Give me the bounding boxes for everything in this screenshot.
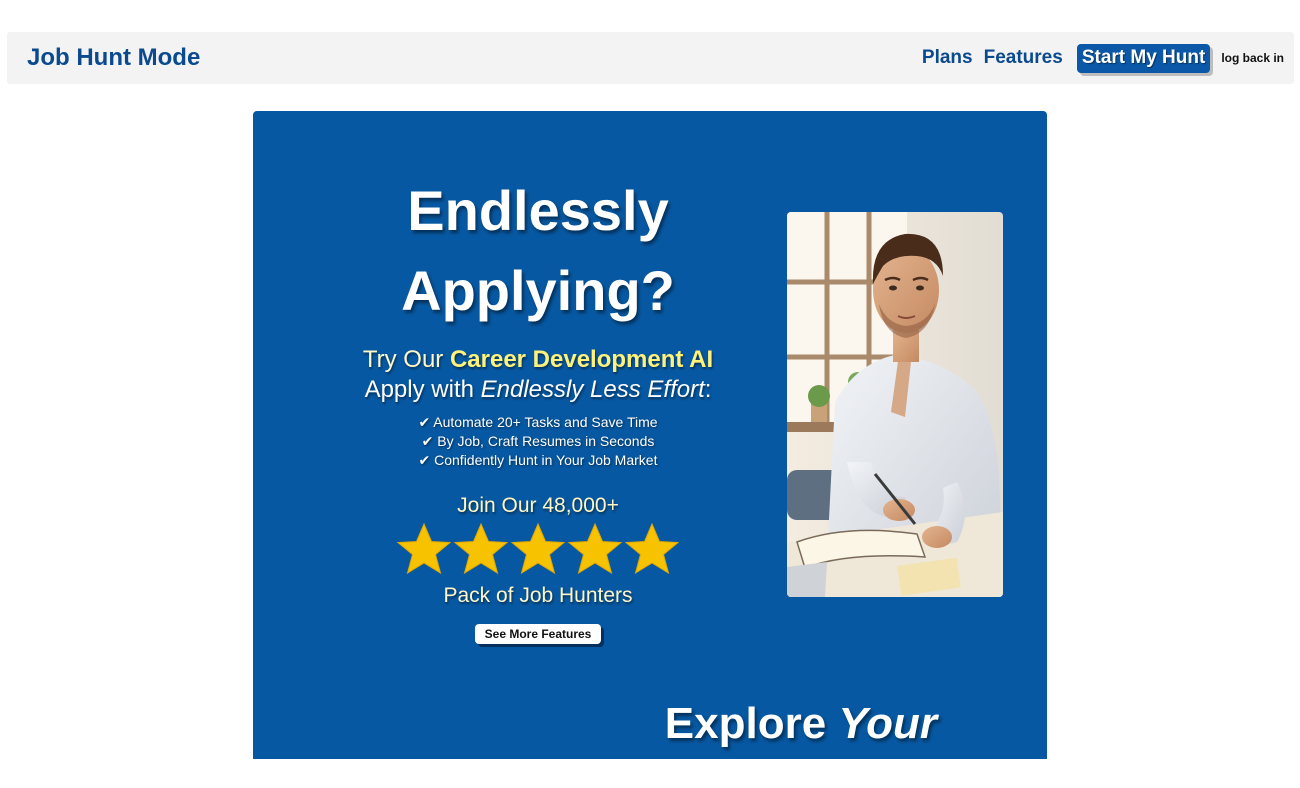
subhead-2-emphasis: Endlessly Less Effort — [480, 376, 705, 403]
subhead-prefix: Try Our — [362, 346, 450, 373]
hero-copy: Endlessly Applying? Try Our Career Devel… — [323, 171, 753, 644]
feature-bullet: ✔ Automate 20+ Tasks and Save Time — [418, 414, 658, 430]
subhead-2-prefix: Apply with — [364, 376, 481, 403]
hero-headline: Endlessly Applying? — [323, 171, 753, 331]
star-icon — [453, 522, 509, 575]
brand-logo-text[interactable]: Job Hunt Mode — [27, 44, 200, 72]
see-more-features-button[interactable]: See More Features — [474, 624, 602, 644]
feature-bullet-list: ✔ Automate 20+ Tasks and Save Time ✔ By … — [323, 413, 753, 470]
explore-emphasis: Your — [838, 699, 937, 748]
start-my-hunt-button[interactable]: Start My Hunt — [1076, 43, 1211, 73]
star-icon — [567, 522, 623, 575]
nav-features-link[interactable]: Features — [984, 47, 1063, 69]
nav-plans-link[interactable]: Plans — [922, 47, 973, 69]
hero-section: Endlessly Applying? Try Our Career Devel… — [253, 111, 1047, 759]
subhead-line-2: Apply with Endlessly Less Effort: — [365, 376, 712, 403]
subhead-highlight: Career Development AI — [449, 346, 714, 373]
explore-heading: Explore Your — [253, 699, 937, 749]
star-icon — [510, 522, 566, 575]
star-icon — [624, 522, 680, 575]
headline-line-2: Applying? — [401, 259, 675, 322]
subhead-2-suffix: : — [704, 376, 712, 403]
feature-bullet: ✔ By Job, Craft Resumes in Seconds — [421, 433, 655, 449]
hero-photo — [787, 212, 1003, 597]
join-count-text: Join Our 48,000+ — [457, 494, 619, 517]
nav-menu: Plans Features Start My Hunt log back in — [922, 43, 1284, 73]
star-icon — [396, 522, 452, 575]
feature-bullet: ✔ Confidently Hunt in Your Job Market — [418, 452, 658, 468]
explore-prefix: Explore — [664, 699, 839, 748]
pack-text: Pack of Job Hunters — [443, 584, 633, 607]
top-navbar: Job Hunt Mode Plans Features Start My Hu… — [7, 32, 1294, 84]
headline-line-1: Endlessly — [407, 179, 669, 242]
login-link[interactable]: log back in — [1221, 51, 1284, 65]
rating-stars — [323, 522, 753, 580]
hero-subheadline: Try Our Career Development AI Apply with… — [323, 345, 753, 405]
